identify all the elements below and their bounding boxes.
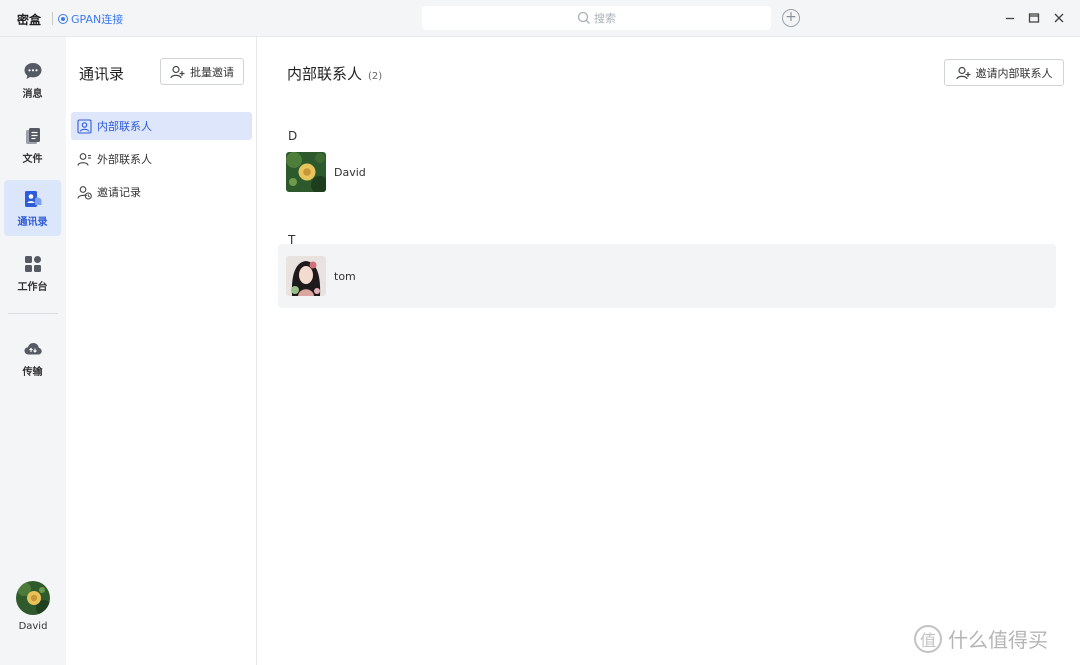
avatar [286, 256, 326, 296]
contact-count: (2) [368, 71, 383, 82]
contact-avatar-image [286, 152, 326, 192]
contact-avatar-image [286, 256, 326, 296]
internal-contact-icon [77, 118, 92, 134]
invite-record-icon [77, 185, 92, 200]
minimize-icon [1006, 17, 1014, 20]
search-placeholder: 搜索 [594, 12, 616, 25]
page-title: 内部联系人 (2) [287, 63, 382, 84]
add-button[interactable]: + [782, 9, 800, 27]
workbench-icon [24, 255, 41, 272]
app-name: 密盒 [17, 13, 42, 27]
add-user-icon [170, 65, 185, 78]
avatar [286, 152, 326, 192]
add-user-icon [955, 66, 970, 79]
nav-item-workbench[interactable]: 工作台 [4, 245, 61, 301]
left-nav: 消息 文件 通讯录 工作台 传输 David [0, 37, 66, 665]
invite-internal-button[interactable]: 邀请内部联系人 [944, 59, 1064, 86]
cloud-transfer-icon [24, 342, 42, 354]
nav-label-messages: 消息 [22, 88, 43, 100]
connection-status-icon [58, 14, 68, 24]
nav-divider [8, 313, 58, 314]
title-bar: 密盒 GPAN连接 搜索 + [0, 0, 1080, 37]
contact-row[interactable]: tom [278, 244, 1056, 308]
watermark-text: 什么值得买 [948, 628, 1048, 652]
invite-internal-label: 邀请内部联系人 [975, 66, 1053, 80]
contacts-nav-internal[interactable]: 内部联系人 [71, 112, 252, 140]
contacts-nav-internal-label: 内部联系人 [97, 120, 152, 133]
contact-row[interactable]: David [278, 140, 1056, 204]
main-panel: 内部联系人 (2) 邀请内部联系人 D David T tom [258, 37, 1080, 665]
contacts-nav-invite-records-label: 邀请记录 [97, 186, 141, 199]
nav-label-files: 文件 [22, 153, 43, 165]
search-icon [577, 11, 590, 24]
gpan-connection-label: GPAN连接 [71, 13, 124, 26]
contacts-nav-external-label: 外部联系人 [97, 153, 152, 166]
maximize-button[interactable] [1026, 9, 1042, 27]
close-icon [1054, 13, 1064, 23]
batch-invite-button[interactable]: 批量邀请 [160, 58, 244, 85]
search-input[interactable]: 搜索 [422, 6, 771, 30]
nav-item-files[interactable]: 文件 [4, 117, 61, 173]
plus-icon: + [785, 9, 797, 25]
contacts-nav-external[interactable]: 外部联系人 [71, 145, 252, 173]
nav-item-transfer[interactable]: 传输 [4, 330, 61, 386]
user-avatar-image [16, 581, 50, 615]
contacts-panel: 通讯录 批量邀请 内部联系人 外部联系人 邀请记录 [66, 37, 257, 665]
contact-name: David [334, 165, 366, 179]
contacts-nav-invite-records[interactable]: 邀请记录 [71, 178, 252, 206]
gpan-connection[interactable]: GPAN连接 [58, 11, 123, 27]
panel-title: 通讯录 [79, 65, 125, 83]
minimize-button[interactable] [1002, 9, 1018, 27]
close-button[interactable] [1051, 9, 1067, 27]
file-icon [25, 127, 40, 144]
contacts-icon [24, 190, 41, 207]
nav-item-contacts[interactable]: 通讯录 [4, 180, 61, 236]
nav-label-workbench: 工作台 [17, 281, 48, 293]
batch-invite-label: 批量邀请 [190, 65, 234, 79]
avatar[interactable] [16, 581, 50, 615]
external-contact-icon [77, 152, 91, 166]
title-divider [52, 12, 53, 25]
nav-label-transfer: 传输 [22, 366, 43, 378]
nav-label-contacts: 通讯录 [17, 216, 48, 228]
maximize-icon [1028, 13, 1040, 23]
chat-icon [24, 62, 41, 79]
page-title-text: 内部联系人 [287, 65, 363, 83]
watermark-logo-icon: 值 [914, 624, 942, 653]
contact-name: tom [334, 269, 356, 283]
user-name: David [18, 621, 48, 632]
user-profile[interactable]: David [0, 581, 66, 632]
watermark: 值 什么值得买 [914, 624, 1048, 653]
nav-item-messages[interactable]: 消息 [4, 52, 61, 108]
